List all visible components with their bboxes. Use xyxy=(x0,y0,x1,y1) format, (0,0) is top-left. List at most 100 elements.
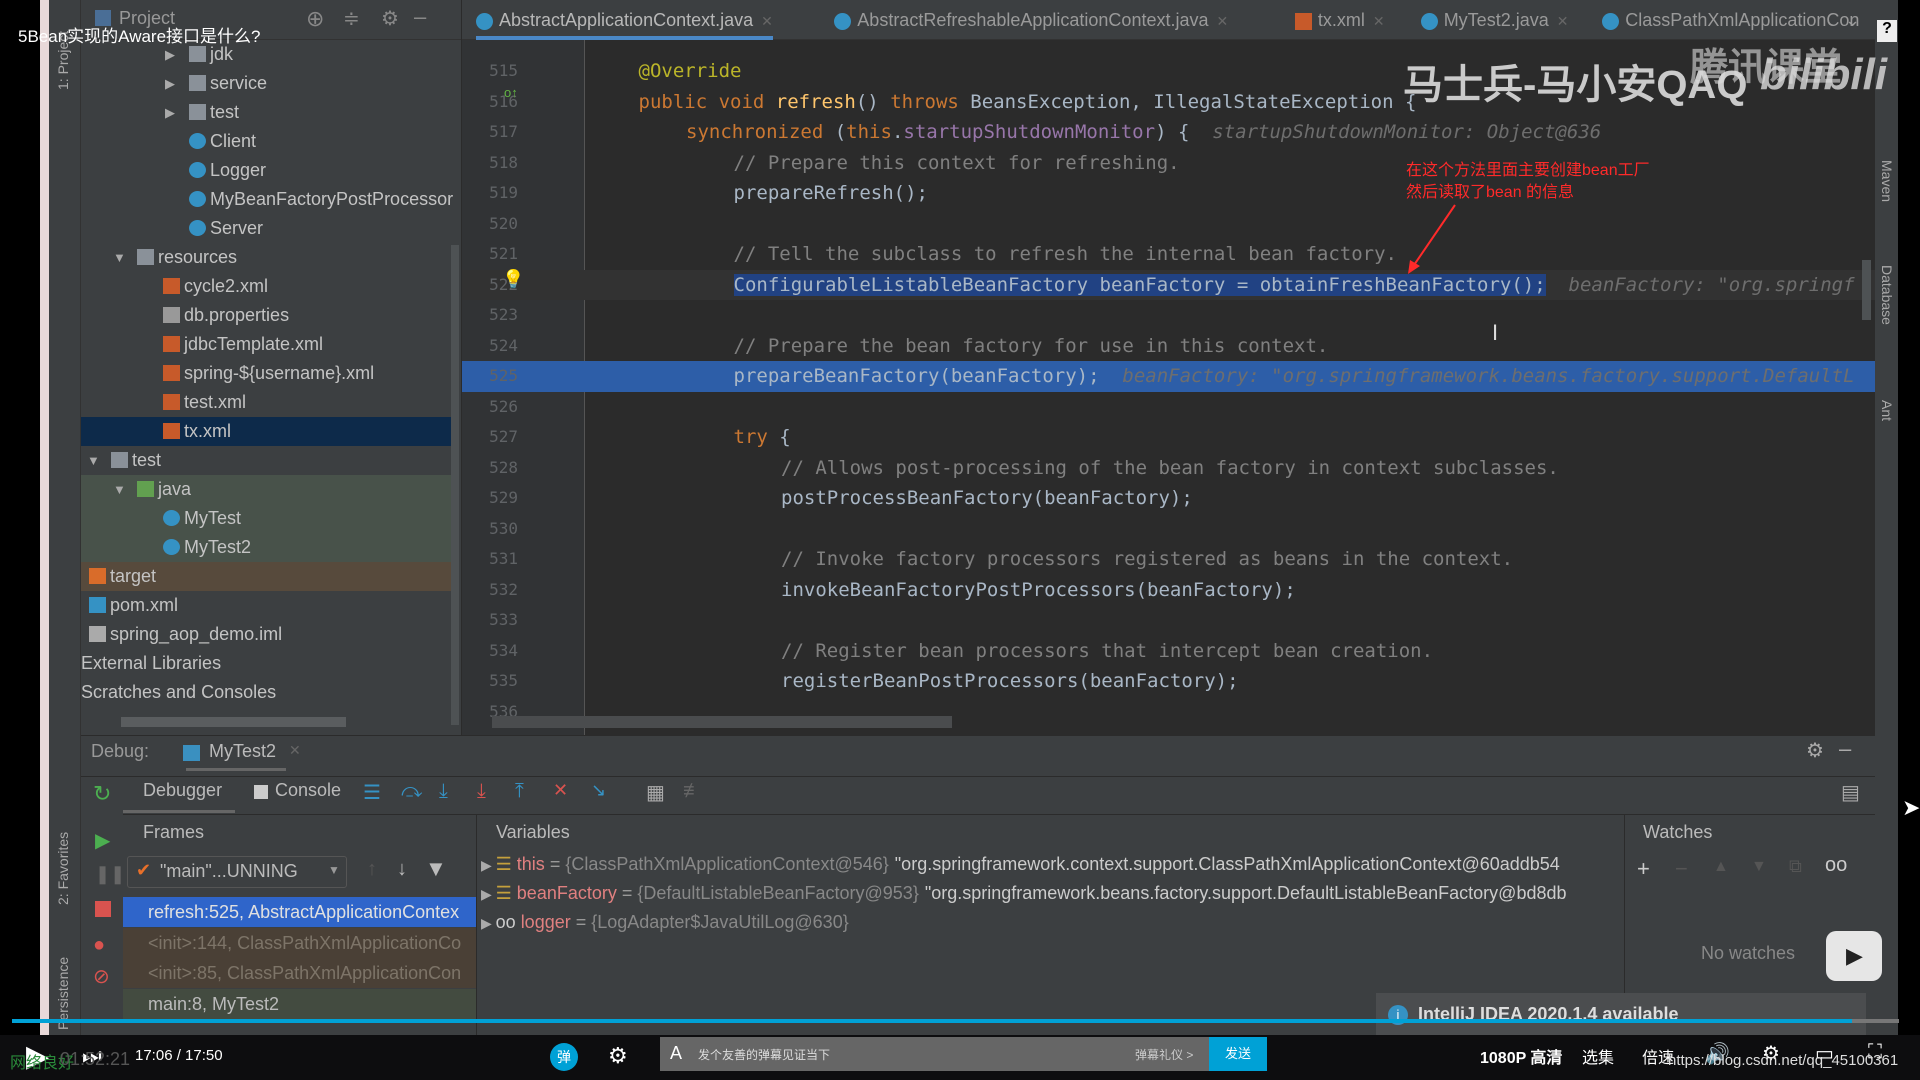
tree-item[interactable]: Server xyxy=(81,214,451,243)
expand-arrow-icon[interactable]: ▼ xyxy=(113,243,126,272)
tree-item[interactable]: ▶ service xyxy=(81,69,451,98)
glasses-icon[interactable]: oo xyxy=(1825,854,1847,877)
view-breakpoints-icon[interactable]: ● xyxy=(93,934,105,957)
lightbulb-icon[interactable]: 💡 xyxy=(502,269,524,290)
stack-frame[interactable]: refresh:525, AbstractApplicationContex xyxy=(123,897,476,927)
tree-item[interactable]: spring_aop_demo.iml xyxy=(81,620,451,649)
close-tab-icon[interactable]: ✕ xyxy=(1373,13,1385,29)
close-tab-icon[interactable]: ✕ xyxy=(1217,13,1229,29)
collapse-all-icon[interactable]: ≑ xyxy=(343,6,360,31)
code-line[interactable]: 519 prepareRefresh(); xyxy=(462,178,1875,209)
force-step-into-icon[interactable]: ⤓ xyxy=(477,780,486,803)
tab-4[interactable]: ClassPathXmlApplicationCon xyxy=(1602,0,1859,40)
tree-item[interactable]: Client xyxy=(81,127,451,156)
episodes-button[interactable]: 选集 xyxy=(1582,1044,1614,1068)
code-line[interactable]: 518 // Prepare this context for refreshin… xyxy=(462,148,1875,179)
code-line[interactable]: 526 xyxy=(462,392,1875,423)
show-execution-point-icon[interactable]: ☰ xyxy=(363,780,381,805)
copy-icon[interactable]: ⧉ xyxy=(1789,856,1802,877)
quality-button[interactable]: 1080P 高清 xyxy=(1480,1044,1562,1068)
expand-arrow-icon[interactable]: ▶ xyxy=(481,857,496,873)
code-line[interactable]: 520 xyxy=(462,209,1875,240)
tree-item[interactable]: ▼ test xyxy=(81,446,451,475)
code-line[interactable]: 531 // Invoke factory processors register… xyxy=(462,544,1875,575)
tree-item[interactable]: cycle2.xml xyxy=(81,272,451,301)
font-icon[interactable]: A xyxy=(670,1043,682,1064)
code-line[interactable]: 521 // Tell the subclass to refresh the i… xyxy=(462,239,1875,270)
gear-icon[interactable]: ⚙ xyxy=(381,6,399,31)
add-watch-icon[interactable]: + xyxy=(1637,856,1650,882)
move-up-icon[interactable]: ▲ xyxy=(1713,858,1729,876)
tree-item[interactable]: db.properties xyxy=(81,301,451,330)
tree-item[interactable]: ▶ test xyxy=(81,98,451,127)
variable-row[interactable]: ▶ ☰ this = {ClassPathXmlApplicationConte… xyxy=(481,850,1621,879)
tree-horizontal-scrollbar[interactable] xyxy=(121,717,346,727)
code-line[interactable]: 533 xyxy=(462,605,1875,636)
drop-frame-icon[interactable]: ✕ xyxy=(553,780,568,801)
tab-3[interactable]: MyTest2.java ✕ xyxy=(1420,0,1569,40)
tree-item[interactable]: MyTest2 xyxy=(81,533,451,562)
maven-tool-button[interactable]: Maven xyxy=(1879,160,1895,202)
code-line[interactable]: 522 ConfigurableListableBeanFactory beanF… xyxy=(462,269,1875,300)
stack-frame[interactable]: <init>:85, ClassPathXmlApplicationCon xyxy=(123,958,476,988)
tab-console[interactable]: Console xyxy=(275,780,341,801)
resume-icon[interactable]: ▶ xyxy=(95,828,110,853)
expand-arrow-icon[interactable]: ▶ xyxy=(165,69,175,98)
code-line[interactable]: 527 try { xyxy=(462,422,1875,453)
step-into-icon[interactable]: ⤓ xyxy=(439,780,448,803)
tab-0[interactable]: AbstractApplicationContext.java ✕ xyxy=(476,0,773,40)
rerun-icon[interactable]: ↻ xyxy=(93,781,111,807)
stop-icon[interactable] xyxy=(95,901,111,917)
code-line[interactable]: 530 xyxy=(462,514,1875,545)
send-button[interactable]: 发送 xyxy=(1209,1037,1267,1071)
pause-icon[interactable]: ❚❚ xyxy=(95,864,125,885)
code-line[interactable]: 517 synchronized (this.startupShutdownMon… xyxy=(462,117,1875,148)
danmaku-input[interactable]: A 发个友善的弹幕见证当下 弹幕礼仪 > xyxy=(660,1037,1210,1071)
gear-icon[interactable]: ⚙ xyxy=(1806,738,1824,763)
tab-1[interactable]: AbstractRefreshableApplicationContext.ja… xyxy=(834,0,1228,40)
editor-horizontal-scrollbar[interactable] xyxy=(492,716,952,728)
tree-item[interactable]: MyBeanFactoryPostProcessor xyxy=(81,185,453,214)
danmaku-toggle-icon[interactable]: 弹 xyxy=(550,1043,578,1071)
code-line[interactable]: 532 invokeBeanFactoryPostProcessors(beanF… xyxy=(462,575,1875,606)
tree-item[interactable]: tx.xml xyxy=(81,417,451,446)
tree-item[interactable]: pom.xml xyxy=(81,591,451,620)
stack-frame[interactable]: <init>:144, ClassPathXmlApplicationCo xyxy=(123,927,476,958)
editor-vertical-scrollbar[interactable] xyxy=(1862,260,1871,320)
tree-vertical-scrollbar[interactable] xyxy=(451,245,459,725)
evaluate-expression-icon[interactable]: ▦ xyxy=(646,780,665,805)
remove-watch-icon[interactable]: − xyxy=(1675,856,1688,882)
override-marker-icon[interactable]: o↑ xyxy=(504,85,518,100)
help-icon[interactable]: ? xyxy=(1877,20,1897,42)
thread-selector[interactable]: ✔ "main"...UNNING ▼ xyxy=(127,856,347,888)
tree-item[interactable]: ▼ java xyxy=(81,475,451,504)
trace-icon[interactable]: ≢ xyxy=(683,780,703,803)
tab-2[interactable]: tx.xml ✕ xyxy=(1294,0,1385,40)
expand-arrow-icon[interactable]: ▼ xyxy=(87,446,100,475)
filter-icon[interactable]: ▼ xyxy=(425,856,447,882)
tab-debugger[interactable]: Debugger xyxy=(143,780,222,801)
run-to-cursor-icon[interactable]: ↘ xyxy=(591,780,606,801)
hide-icon[interactable]: – xyxy=(414,4,426,30)
danmaku-settings-icon[interactable]: ⚙ xyxy=(608,1043,628,1069)
minimize-icon[interactable]: – xyxy=(1839,736,1851,762)
step-out-icon[interactable]: ⤒ xyxy=(515,780,524,803)
tree-item[interactable]: target xyxy=(81,562,451,591)
debug-session-tab[interactable]: MyTest2 xyxy=(209,741,276,762)
danmaku-etiquette-link[interactable]: 弹幕礼仪 > xyxy=(1135,1046,1193,1063)
tree-item[interactable]: spring-${username}.xml xyxy=(81,359,451,388)
code-line[interactable]: 525 prepareBeanFactory(beanFactory); bean… xyxy=(462,361,1875,392)
tree-item[interactable]: MyTest xyxy=(81,504,451,533)
layout-icon[interactable]: ▤ xyxy=(1841,780,1860,805)
progress-track[interactable] xyxy=(12,1019,1899,1023)
close-tab-icon[interactable]: ✕ xyxy=(1557,13,1569,29)
tree-item[interactable]: jdbcTemplate.xml xyxy=(81,330,451,359)
chevron-down-icon[interactable]: ⌄ xyxy=(1845,0,1860,40)
next-frame-icon[interactable]: ↓ xyxy=(397,858,407,881)
code-line[interactable]: 523 xyxy=(462,300,1875,331)
step-over-icon[interactable]: ⤼ xyxy=(401,780,422,803)
expand-arrow-icon[interactable]: ▶ xyxy=(481,915,496,931)
mute-breakpoints-icon[interactable]: ⊘ xyxy=(93,964,110,989)
tree-item[interactable]: Scratches and Consoles xyxy=(81,678,451,707)
favorites-tool-button[interactable]: 2: Favorites xyxy=(55,832,71,905)
